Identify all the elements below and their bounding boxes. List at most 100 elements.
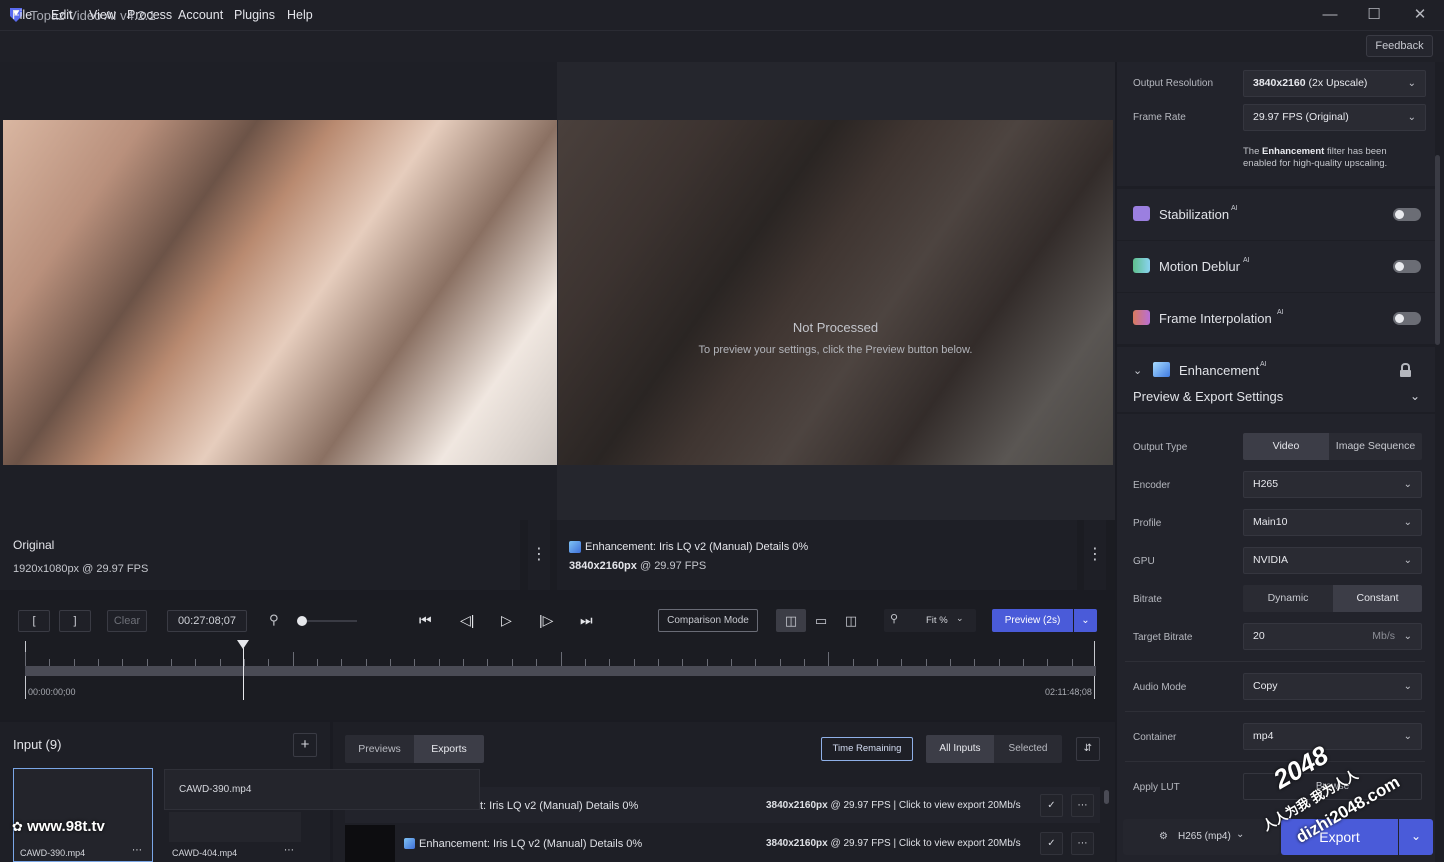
original-more-icon[interactable]: ⋮ [528,520,550,590]
enhancement-ai-badge: AI [1260,361,1267,368]
mark-in-button[interactable]: [ [18,610,50,632]
target-bitrate-input[interactable]: 20 Mb/s ⌄ [1243,623,1422,650]
gpu-select[interactable]: NVIDIA ⌄ [1243,547,1422,574]
menu-process[interactable]: Process [127,8,172,22]
input-more-icon[interactable]: ⋯ [132,845,142,856]
output-type-video[interactable]: Video [1243,433,1329,460]
enhancement-feature-icon [1153,362,1170,377]
export-row-check-icon[interactable]: ✓ [1040,832,1063,855]
export-row-res: 3840x2160px [766,838,828,849]
export-format-chevron-icon: ⌄ [1236,829,1245,840]
profile-select[interactable]: Main10 ⌄ [1243,509,1422,536]
bitrate-dynamic[interactable]: Dynamic [1243,585,1333,612]
motion-deblur-toggle[interactable] [1393,260,1421,273]
export-row-res: 3840x2160px [766,800,828,811]
zoom-search-icon[interactable]: ⚲ [269,612,279,628]
close-icon[interactable]: ✕ [1401,4,1439,26]
step-forward-icon[interactable]: |▷ [539,612,553,629]
comparison-mode-button[interactable]: Comparison Mode [658,609,758,632]
original-frame-image [3,120,557,465]
filter-selected[interactable]: Selected [994,735,1062,763]
play-icon[interactable]: ▷ [501,612,512,629]
timeline-end-time: 02:11:48;08 [1045,687,1092,697]
menu-plugins[interactable]: Plugins [234,8,275,22]
frame-interpolation-toggle[interactable] [1393,312,1421,325]
timeline-zoom-handle[interactable] [297,616,307,626]
skip-start-icon[interactable]: ⏮ [419,612,432,629]
sort-icon[interactable]: ⇵ [1076,737,1100,761]
export-row-rate: 20Mb/s [987,800,1021,811]
playhead-handle[interactable] [237,640,249,649]
stabilization-ai-badge: AI [1231,205,1238,212]
input-tooltip-text: CAWD-390.mp4 [179,784,252,795]
stabilization-toggle[interactable] [1393,208,1421,221]
motion-deblur-icon [1133,258,1150,273]
chevron-down-icon: ⌄ [1403,517,1412,528]
enhancement-collapse-icon[interactable]: ⌄ [1133,364,1142,377]
processed-more-icon[interactable]: ⋮ [1084,520,1106,590]
export-row-more-icon[interactable]: ⋯ [1071,794,1094,817]
not-processed-subtitle: To preview your settings, click the Prev… [698,344,973,356]
menu-account[interactable]: Account [178,8,223,22]
chevron-down-icon: ⌄ [1403,731,1412,742]
menu-edit[interactable]: Edit [51,8,73,22]
frame-rate-select[interactable]: 29.97 FPS (Original) ⌄ [1243,104,1426,131]
export-row-more-icon[interactable]: ⋯ [1071,832,1094,855]
enhancement-note: The Enhancement filter has been enabled f… [1243,146,1387,170]
menu-help[interactable]: Help [287,8,313,22]
sidebar-scrollbar[interactable] [1435,155,1440,345]
container-select[interactable]: mp4 ⌄ [1243,723,1422,750]
note-post: filter has been [1324,146,1387,157]
encoder-select[interactable]: H265 ⌄ [1243,471,1422,498]
input-thumbnail[interactable] [169,812,301,842]
timeline-start-time: 00:00:00;00 [28,687,76,697]
audio-mode-select[interactable]: Copy ⌄ [1243,673,1422,700]
clear-button[interactable]: Clear [107,610,147,632]
output-resolution-select[interactable]: 3840x2160 (2x Upscale) ⌄ [1243,70,1426,97]
menu-file[interactable]: File [12,8,32,22]
side-by-side-view-icon[interactable]: ◫ [776,609,806,632]
step-back-icon[interactable]: ◁| [460,612,474,629]
tab-previews[interactable]: Previews [345,735,414,763]
output-type-image-sequence[interactable]: Image Sequence [1329,433,1422,460]
timecode-input[interactable]: 00:27:08;07 [167,610,247,632]
bitrate-label: Bitrate [1133,594,1162,605]
single-view-icon[interactable]: ▭ [806,609,836,632]
export-row-check-icon[interactable]: ✓ [1040,794,1063,817]
container-value: mp4 [1253,730,1274,742]
playhead[interactable] [243,648,244,700]
output-resolution-value: 3840x2160 [1253,77,1306,89]
output-resolution-detail: (2x Upscale) [1305,77,1368,89]
chevron-down-icon: ⌄ [1407,78,1416,89]
maximize-icon[interactable]: ☐ [1355,4,1393,26]
timeline-zoom-slider[interactable] [300,620,357,622]
processed-frame-image [558,120,1113,465]
minimize-icon[interactable]: — [1311,4,1349,26]
zoom-value[interactable]: Fit % [926,615,948,626]
divider [1125,761,1425,762]
container-label: Container [1133,732,1177,743]
exports-scrollbar[interactable] [1104,790,1109,804]
input-more-icon[interactable]: ⋯ [284,845,294,856]
feedback-button[interactable]: Feedback [1366,35,1433,57]
preview-export-chevron-icon[interactable]: ⌄ [1410,389,1420,403]
add-input-button[interactable]: + [293,733,317,757]
preview-button[interactable]: Preview (2s) [992,609,1073,632]
preview-export-settings-label[interactable]: Preview & Export Settings [1133,389,1283,404]
mark-out-button[interactable]: ] [59,610,91,632]
skip-end-icon[interactable]: ⏭ [580,612,593,629]
input-title: Input (9) [13,737,62,752]
time-remaining-button[interactable]: Time Remaining [821,737,913,761]
split-view-icon[interactable]: ◫ [836,609,866,632]
menu-view[interactable]: View [89,8,116,22]
zoom-chevron-icon[interactable]: ⌄ [956,613,964,624]
preview-dropdown-icon[interactable]: ⌄ [1074,609,1097,632]
export-row-link[interactable]: | Click to view export [893,838,985,849]
tab-exports[interactable]: Exports [414,735,484,763]
filter-all-inputs[interactable]: All Inputs [926,735,994,763]
export-row-link[interactable]: | Click to view export [893,800,985,811]
watermark-logo-icon: ✿ [12,819,23,834]
export-dropdown-icon[interactable]: ⌄ [1399,819,1433,855]
bitrate-constant[interactable]: Constant [1333,585,1422,612]
timeline-track[interactable] [25,666,1096,676]
